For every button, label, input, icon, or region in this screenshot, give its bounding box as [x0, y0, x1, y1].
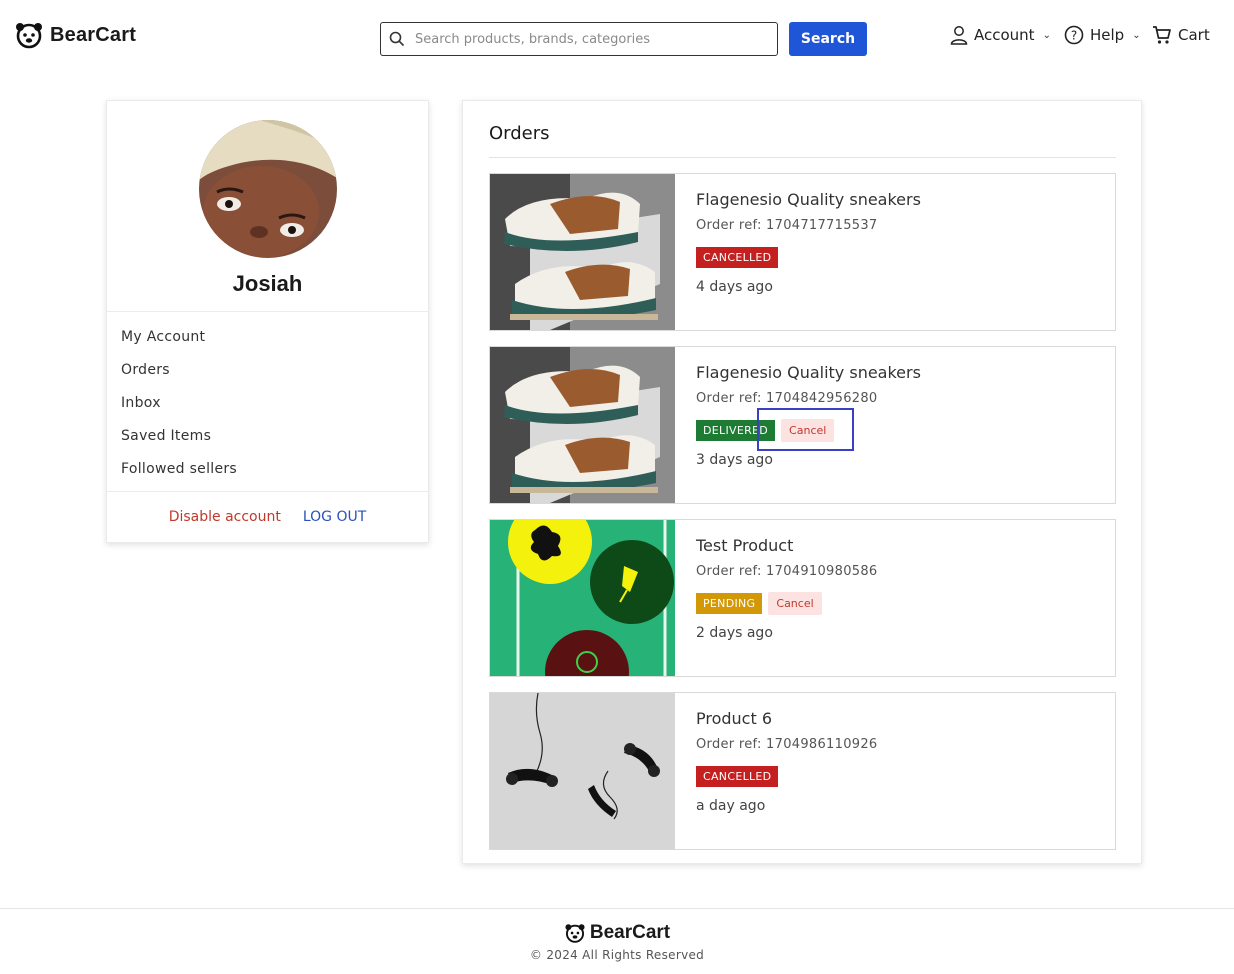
copyright-text: © 2024 All Rights Reserved: [529, 948, 705, 962]
account-menu[interactable]: Account ⌄: [950, 25, 1051, 45]
bear-logo-icon: [565, 924, 585, 943]
order-product-name[interactable]: Test Product: [696, 536, 877, 555]
chevron-down-icon: ⌄: [1042, 29, 1051, 41]
order-ref: Order ref: 1704986110926: [696, 737, 878, 752]
order-badges: DELIVERED Cancel: [696, 418, 921, 442]
status-badge: PENDING: [696, 592, 763, 614]
user-icon: [950, 26, 968, 45]
profile-card: Josiah My Account Orders Inbox Saved Ite…: [106, 100, 429, 543]
order-info: Flagenesio Quality sneakers Order ref: 1…: [696, 363, 921, 468]
order-ref: Order ref: 1704910980586: [696, 564, 878, 579]
status-badge: CANCELLED: [696, 765, 779, 787]
footer-logo[interactable]: BearCart: [0, 922, 1234, 944]
order-card[interactable]: Flagenesio Quality sneakers Order ref: 1…: [489, 173, 1116, 331]
cancel-order-button[interactable]: Cancel: [781, 418, 835, 442]
search-button[interactable]: Search: [789, 22, 867, 56]
orders-card: Orders Flagenesio Quality sneakers Order…: [462, 100, 1142, 864]
cart-link[interactable]: Cart: [1152, 25, 1210, 45]
side-menu-inbox[interactable]: Inbox: [121, 393, 237, 426]
search-icon: [389, 31, 405, 47]
account-side-menu: My Account Orders Inbox Saved Items Foll…: [121, 327, 237, 492]
brand-name: BearCart: [50, 23, 137, 46]
order-product-name[interactable]: Flagenesio Quality sneakers: [696, 363, 921, 382]
profile-name: Josiah: [232, 271, 303, 296]
divider: [489, 157, 1116, 158]
order-product-name[interactable]: Flagenesio Quality sneakers: [696, 190, 921, 209]
logout-link[interactable]: LOG OUT: [303, 509, 366, 525]
order-badges: CANCELLED: [696, 245, 921, 269]
search-input[interactable]: [415, 31, 765, 47]
order-badges: CANCELLED: [696, 764, 877, 788]
order-info: Product 6 Order ref: 1704986110926 CANCE…: [696, 709, 877, 814]
product-image: [490, 174, 675, 330]
help-menu[interactable]: ? Help ⌄: [1064, 25, 1141, 45]
header: BearCart Search Account ⌄ ? Help ⌄ Cart: [0, 0, 1234, 76]
order-ref: Order ref: 1704717715537: [696, 218, 878, 233]
order-product-name[interactable]: Product 6: [696, 709, 877, 728]
help-icon: ?: [1064, 25, 1084, 45]
divider: [107, 311, 428, 312]
side-menu-saved-items[interactable]: Saved Items: [121, 426, 237, 459]
side-menu-orders[interactable]: Orders: [121, 360, 237, 393]
status-badge: DELIVERED: [696, 419, 776, 441]
order-time: 2 days ago: [696, 625, 773, 641]
disable-account-link[interactable]: Disable account: [169, 509, 281, 525]
profile-actions: Disable account LOG OUT: [107, 509, 428, 525]
divider: [0, 908, 1234, 909]
side-menu-followed-sellers[interactable]: Followed sellers: [121, 459, 237, 492]
svg-text:?: ?: [1071, 29, 1077, 43]
chevron-down-icon: ⌄: [1132, 29, 1141, 41]
brand-logo[interactable]: BearCart: [14, 20, 136, 50]
order-time: 3 days ago: [696, 452, 773, 468]
order-info: Test Product Order ref: 1704910980586 PE…: [696, 536, 877, 641]
side-menu-my-account[interactable]: My Account: [121, 327, 237, 360]
cart-icon: [1153, 26, 1171, 44]
status-badge: CANCELLED: [696, 246, 779, 268]
product-image: [490, 693, 675, 849]
order-card[interactable]: Test Product Order ref: 1704910980586 PE…: [489, 519, 1116, 677]
order-badges: PENDING Cancel: [696, 591, 877, 615]
order-ref: Order ref: 1704842956280: [696, 391, 878, 406]
orders-title: Orders: [489, 123, 550, 144]
divider: [107, 491, 428, 492]
help-label: Help: [1090, 26, 1125, 44]
search-box: [380, 22, 778, 56]
order-card[interactable]: Flagenesio Quality sneakers Order ref: 1…: [489, 346, 1116, 504]
order-card[interactable]: Product 6 Order ref: 1704986110926 CANCE…: [489, 692, 1116, 850]
cart-label: Cart: [1178, 26, 1210, 44]
order-time: 4 days ago: [696, 279, 773, 295]
account-label: Account: [974, 26, 1035, 44]
avatar: [199, 120, 337, 258]
product-image: [490, 347, 675, 503]
product-image: [490, 520, 675, 676]
order-info: Flagenesio Quality sneakers Order ref: 1…: [696, 190, 921, 295]
cancel-order-button[interactable]: Cancel: [768, 591, 822, 615]
bear-logo-icon: [16, 23, 42, 49]
footer-brand-name: BearCart: [589, 922, 671, 943]
order-time: a day ago: [696, 798, 766, 814]
